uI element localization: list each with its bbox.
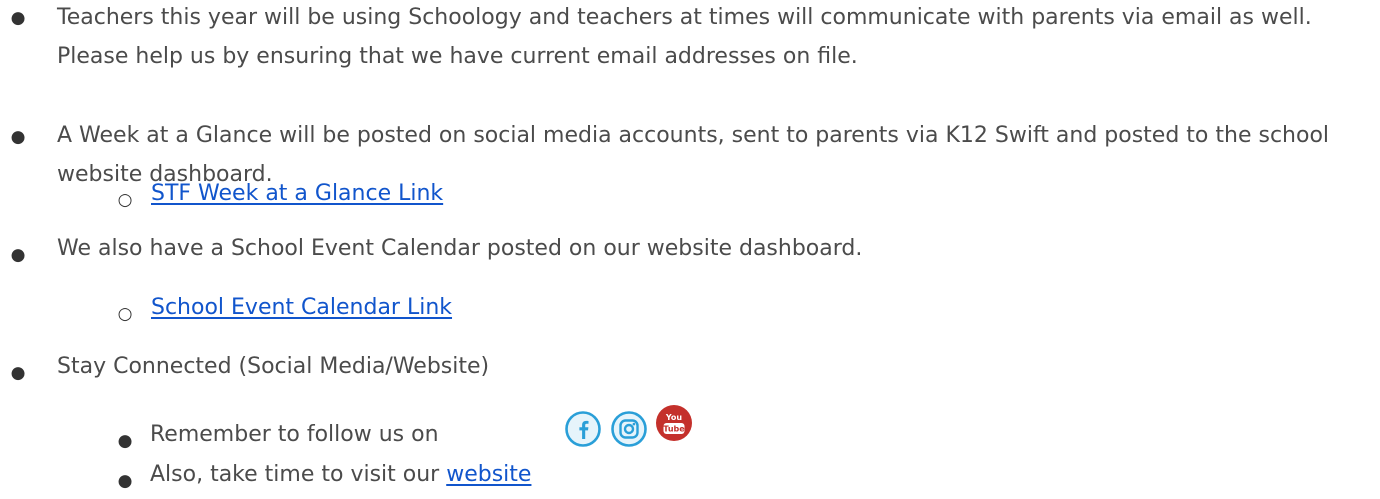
facebook-icon[interactable] [564, 410, 602, 448]
school-event-calendar-link[interactable]: School Event Calendar Link [151, 295, 452, 320]
instagram-icon[interactable] [610, 410, 648, 448]
sub-bullet-marker: ● [117, 471, 133, 491]
follow-us-text: Remember to follow us on [150, 422, 439, 447]
sub-bullet-marker: ○ [117, 190, 133, 210]
svg-text:You: You [665, 413, 683, 422]
bullet-text-event-calendar: We also have a School Event Calendar pos… [57, 236, 863, 261]
visit-website-text: Also, take time to visit our website [150, 462, 531, 487]
week-at-a-glance-link[interactable]: STF Week at a Glance Link [151, 181, 443, 206]
bullet-text-stay-connected: Stay Connected (Social Media/Website) [57, 354, 490, 379]
visit-website-prefix: Also, take time to visit our [150, 462, 447, 487]
bullet-text-schoology: Teachers this year will be using Schoolo… [57, 5, 1312, 69]
svg-text:Tube: Tube [663, 424, 685, 433]
bullet-marker: ● [10, 245, 26, 265]
website-link[interactable]: website [446, 462, 531, 487]
bullet-marker: ● [10, 8, 26, 28]
sub-bullet-marker: ● [117, 431, 133, 451]
document-body: ● Teachers this year will be using Schoo… [0, 0, 1380, 491]
sub-bullet-marker: ○ [117, 304, 133, 324]
bullet-marker: ● [10, 363, 26, 383]
youtube-icon[interactable]: You Tube [655, 404, 693, 442]
bullet-marker: ● [10, 127, 26, 147]
